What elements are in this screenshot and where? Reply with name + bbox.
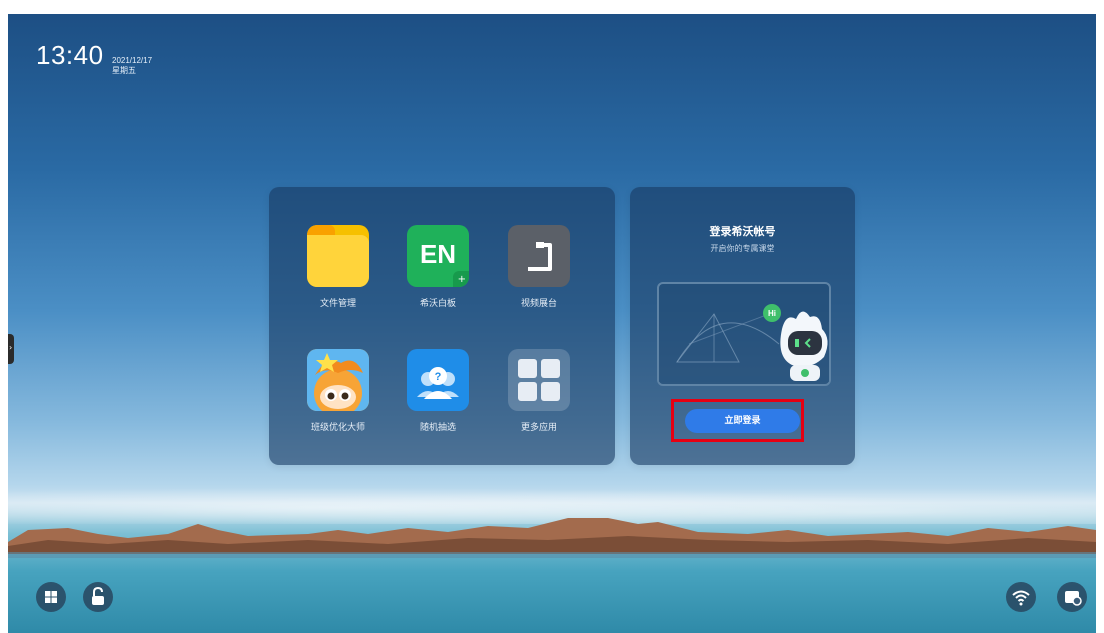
app-class-master[interactable]: 班级优化大师 [288,349,388,433]
app-random-pick[interactable]: ? 随机抽选 [388,349,488,433]
app-file-manager[interactable]: 文件管理 [288,225,388,309]
app-label: 随机抽选 [419,423,456,433]
settings-card-button[interactable] [1057,582,1087,612]
app-label: 希沃白板 [419,299,456,309]
clock-time: 13:40 [36,40,104,70]
en-whiteboard-icon: EN + [407,225,469,287]
login-subtitle: 开启你的专属课堂 [710,244,775,253]
windows-button[interactable] [36,582,66,612]
robot-mascot-illustration: Hi [763,304,828,381]
login-panel: 登录希沃帐号 开启你的专属课堂 Hi 立即登录 [630,187,855,465]
wifi-icon [1012,590,1030,606]
app-label: 视频展台 [520,299,557,309]
settings-card-icon [1065,591,1082,606]
hi-bubble-text: Hi [768,309,776,318]
app-label: 文件管理 [319,299,356,309]
unlock-icon [92,586,104,605]
app-video-booth[interactable]: 视频展台 [489,225,589,309]
app-more-apps[interactable]: 更多应用 [489,349,589,433]
wifi-button[interactable] [1006,582,1036,612]
apps-panel: 文件管理 EN + 希沃白板 视频展台 班级优化大师 ? 随机抽选 更多应用 [269,187,615,465]
document-camera-icon [508,225,570,287]
highlight-box [671,399,804,442]
unlock-button[interactable] [83,582,113,612]
side-panel-handle[interactable]: › [8,334,14,364]
app-label: 更多应用 [520,423,557,433]
date-block: 2021/12/17 星期五 [112,56,152,76]
login-title: 登录希沃帐号 [709,225,776,238]
weekday-text: 星期五 [112,66,136,75]
grid-icon [508,349,570,411]
random-pick-icon: ? [407,349,469,411]
app-seewo-whiteboard[interactable]: EN + 希沃白板 [388,225,488,309]
folder-icon [307,225,369,287]
en-icon-text: EN [419,239,457,269]
date-text: 2021/12/17 [112,56,153,65]
windows-icon [45,591,57,603]
class-master-icon [307,349,369,411]
side-handle-arrow: › [9,343,13,352]
app-label: 班级优化大师 [310,423,365,433]
svg-text:?: ? [435,371,442,383]
rock-shoreline [8,518,1096,558]
